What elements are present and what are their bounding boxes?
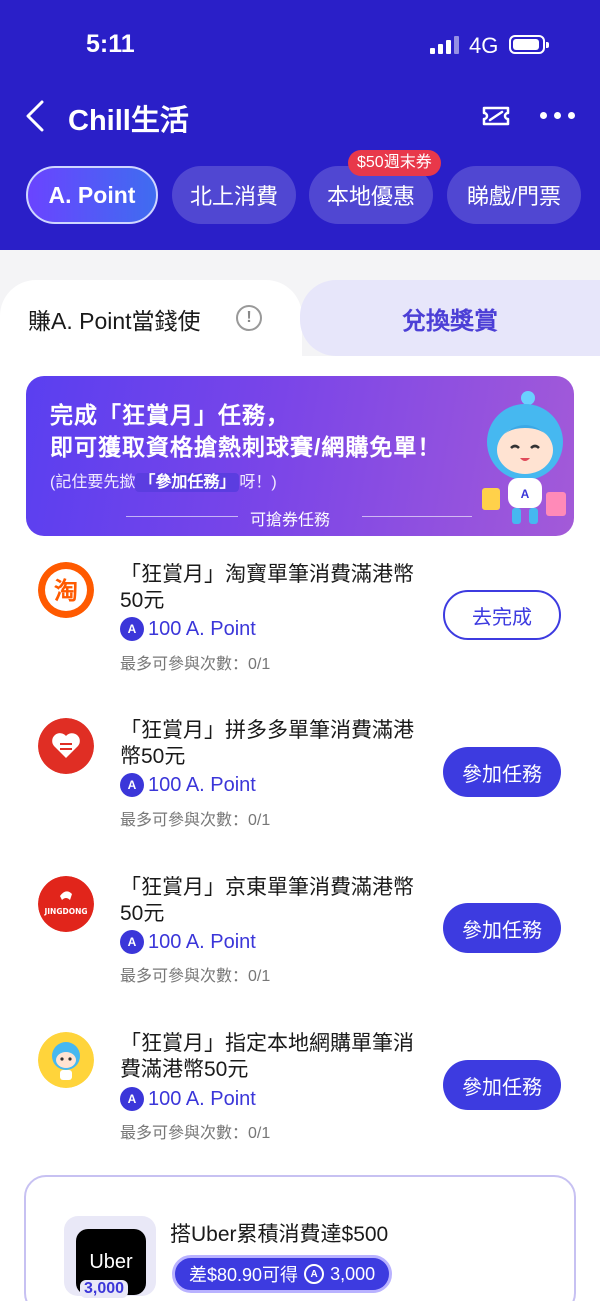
- a-point-icon: A: [304, 1264, 325, 1284]
- more-button[interactable]: [538, 106, 578, 126]
- mascot-logo-icon: [38, 1032, 94, 1088]
- info-icon[interactable]: !: [236, 305, 262, 331]
- uber-progress-pill: 差$80.90可得 A 3,000: [172, 1255, 393, 1293]
- task-points: A 100 A. Point: [120, 1087, 256, 1111]
- banner-headline-1: 完成「狂賞月」任務，: [50, 402, 290, 428]
- signal-icon: [430, 36, 460, 54]
- task-points: A 100 A. Point: [120, 773, 256, 797]
- ellipsis-icon: [540, 112, 547, 119]
- task-title: 「狂賞月」指定本地網購單筆消費滿港幣50元: [120, 1032, 414, 1081]
- task-limit: 最多可參與次數：0/1: [120, 1125, 271, 1142]
- a-point-icon: A: [120, 773, 144, 797]
- back-button[interactable]: [20, 96, 56, 136]
- segment-redeem[interactable]: 兌換獎賞: [300, 280, 600, 356]
- svg-text:淘: 淘: [54, 577, 78, 605]
- banner-section-label: 可搶券任務: [250, 512, 331, 529]
- banner-note-highlight: 「參加任務」: [135, 473, 240, 492]
- tab-tickets[interactable]: 睇戲/門票: [447, 166, 581, 224]
- page-title: Chill生活: [68, 105, 189, 137]
- taobao-logo-icon: 淘: [38, 562, 94, 618]
- task-limit: 最多可參與次數：0/1: [120, 968, 271, 985]
- tab-a-point[interactable]: A. Point: [26, 166, 158, 224]
- tab-northbound[interactable]: 北上消費: [172, 166, 296, 224]
- mascot-illustration: A: [482, 391, 566, 524]
- category-tabs: A. Point 北上消費 本地優惠 睇戲/門票: [0, 166, 600, 226]
- network-type: 4G: [469, 33, 499, 58]
- a-point-icon: A: [120, 1087, 144, 1111]
- a-point-icon: A: [120, 617, 144, 641]
- uber-offer-title: 搭Uber累積消費達$500: [170, 1223, 389, 1246]
- status-time: 5:11: [86, 30, 135, 58]
- divider: [362, 516, 472, 517]
- status-bar: 5:11 4G: [0, 0, 600, 90]
- join-task-button[interactable]: 參加任務: [443, 903, 561, 953]
- ticket-icon: [482, 106, 510, 126]
- task-title: 「狂賞月」淘寶單筆消費滿港幣50元: [120, 563, 414, 612]
- ticket-button[interactable]: [478, 100, 514, 132]
- chevron-left-icon: [26, 100, 44, 132]
- a-point-icon: A: [120, 930, 144, 954]
- banner-headline-2: 即可獲取資格搶熱刺球賽/網購免單！: [50, 434, 442, 460]
- pinduoduo-logo-icon: [38, 718, 94, 774]
- segment-earn-label: 賺A. Point當錢使: [28, 308, 201, 334]
- join-task-button[interactable]: 參加任務: [443, 1060, 561, 1110]
- svg-text:JINGDONG: JINGDONG: [43, 907, 87, 916]
- task-points: A 100 A. Point: [120, 930, 256, 954]
- banner-note: (記住要先撳 「參加任務」 呀！): [50, 473, 277, 492]
- task-limit: 最多可參與次數：0/1: [120, 812, 271, 829]
- task-title: 「狂賞月」拼多多單筆消費滿港幣50元: [120, 719, 414, 768]
- svg-text:A: A: [521, 487, 530, 501]
- uber-points-badge: 3,000: [80, 1280, 129, 1298]
- battery-icon: [509, 35, 549, 54]
- task-points: A 100 A. Point: [120, 617, 256, 641]
- complete-task-button[interactable]: 去完成: [443, 590, 561, 640]
- tab-badge: $50週末券: [348, 150, 441, 176]
- jingdong-logo-icon: JINGDONG: [38, 876, 94, 932]
- task-limit: 最多可參與次數：0/1: [120, 656, 271, 673]
- task-title: 「狂賞月」京東單筆消費滿港幣50元: [120, 876, 414, 925]
- join-task-button[interactable]: 參加任務: [443, 747, 561, 797]
- divider: [126, 516, 238, 517]
